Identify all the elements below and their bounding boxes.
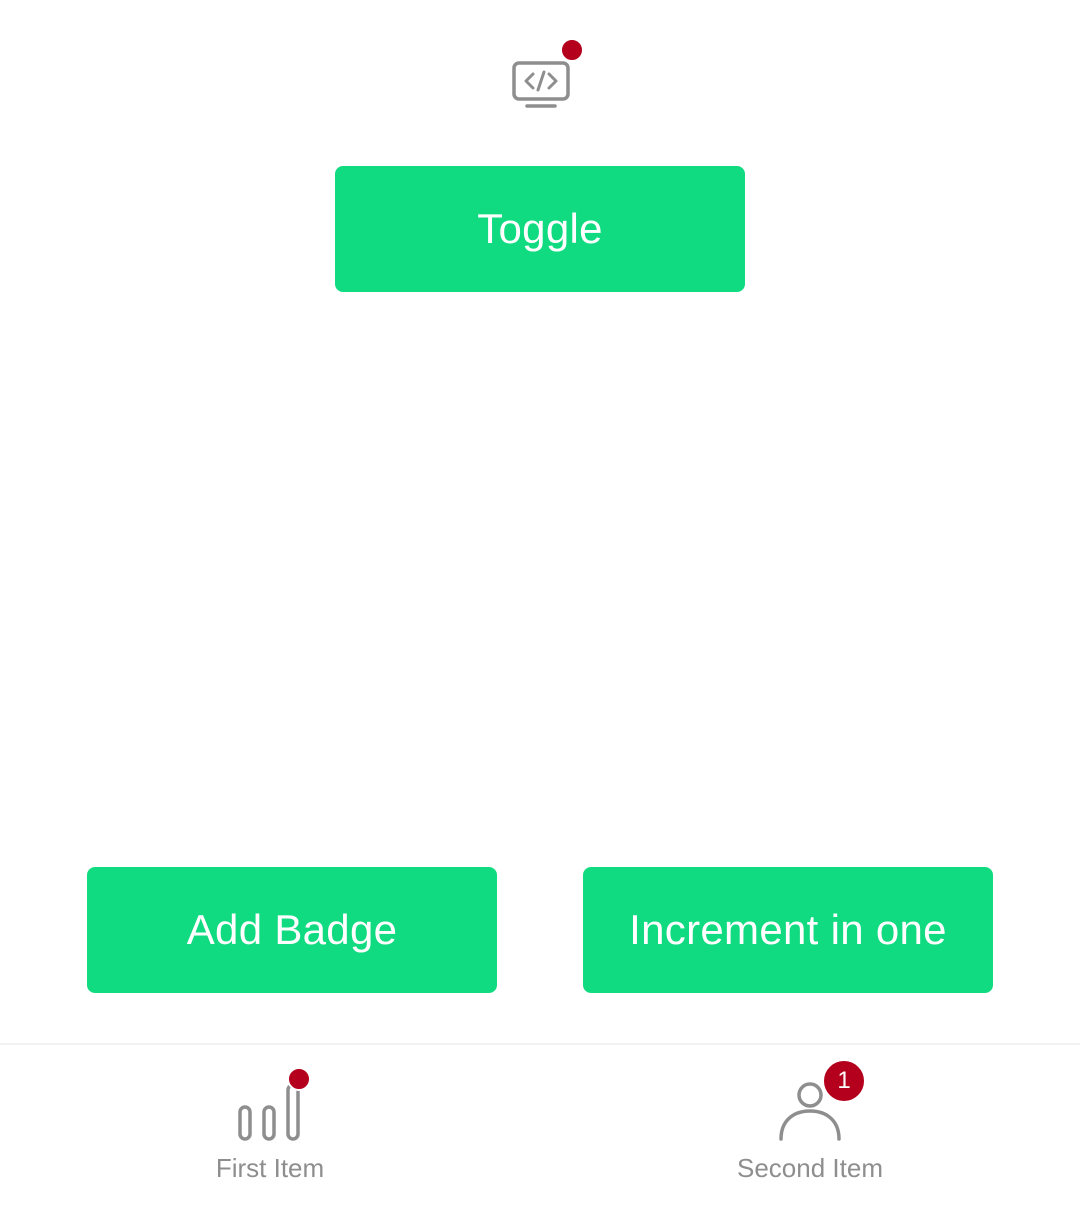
nav-label-second: Second Item (737, 1153, 883, 1183)
nav-icon-wrapper (235, 1067, 311, 1143)
nav-item-second[interactable]: 1 Second Item (540, 1045, 1080, 1214)
code-monitor-icon-wrapper (505, 38, 584, 114)
increment-button[interactable]: Increment in one (583, 867, 993, 993)
nav-item-first[interactable]: First Item (0, 1045, 540, 1214)
nav-label-first: First Item (215, 1153, 325, 1183)
notification-dot-badge (560, 38, 584, 62)
screen: Toggle Add Badge Increment in one First … (0, 0, 1080, 1214)
add-badge-button[interactable]: Add Badge (87, 867, 497, 993)
toggle-button[interactable]: Toggle (335, 166, 745, 292)
bottom-navigation: First Item 1 Second Item (0, 1043, 1080, 1214)
nav-icon-wrapper: 1 (775, 1059, 866, 1143)
nav-dot-badge (287, 1067, 311, 1091)
nav-count-badge: 1 (822, 1059, 866, 1103)
